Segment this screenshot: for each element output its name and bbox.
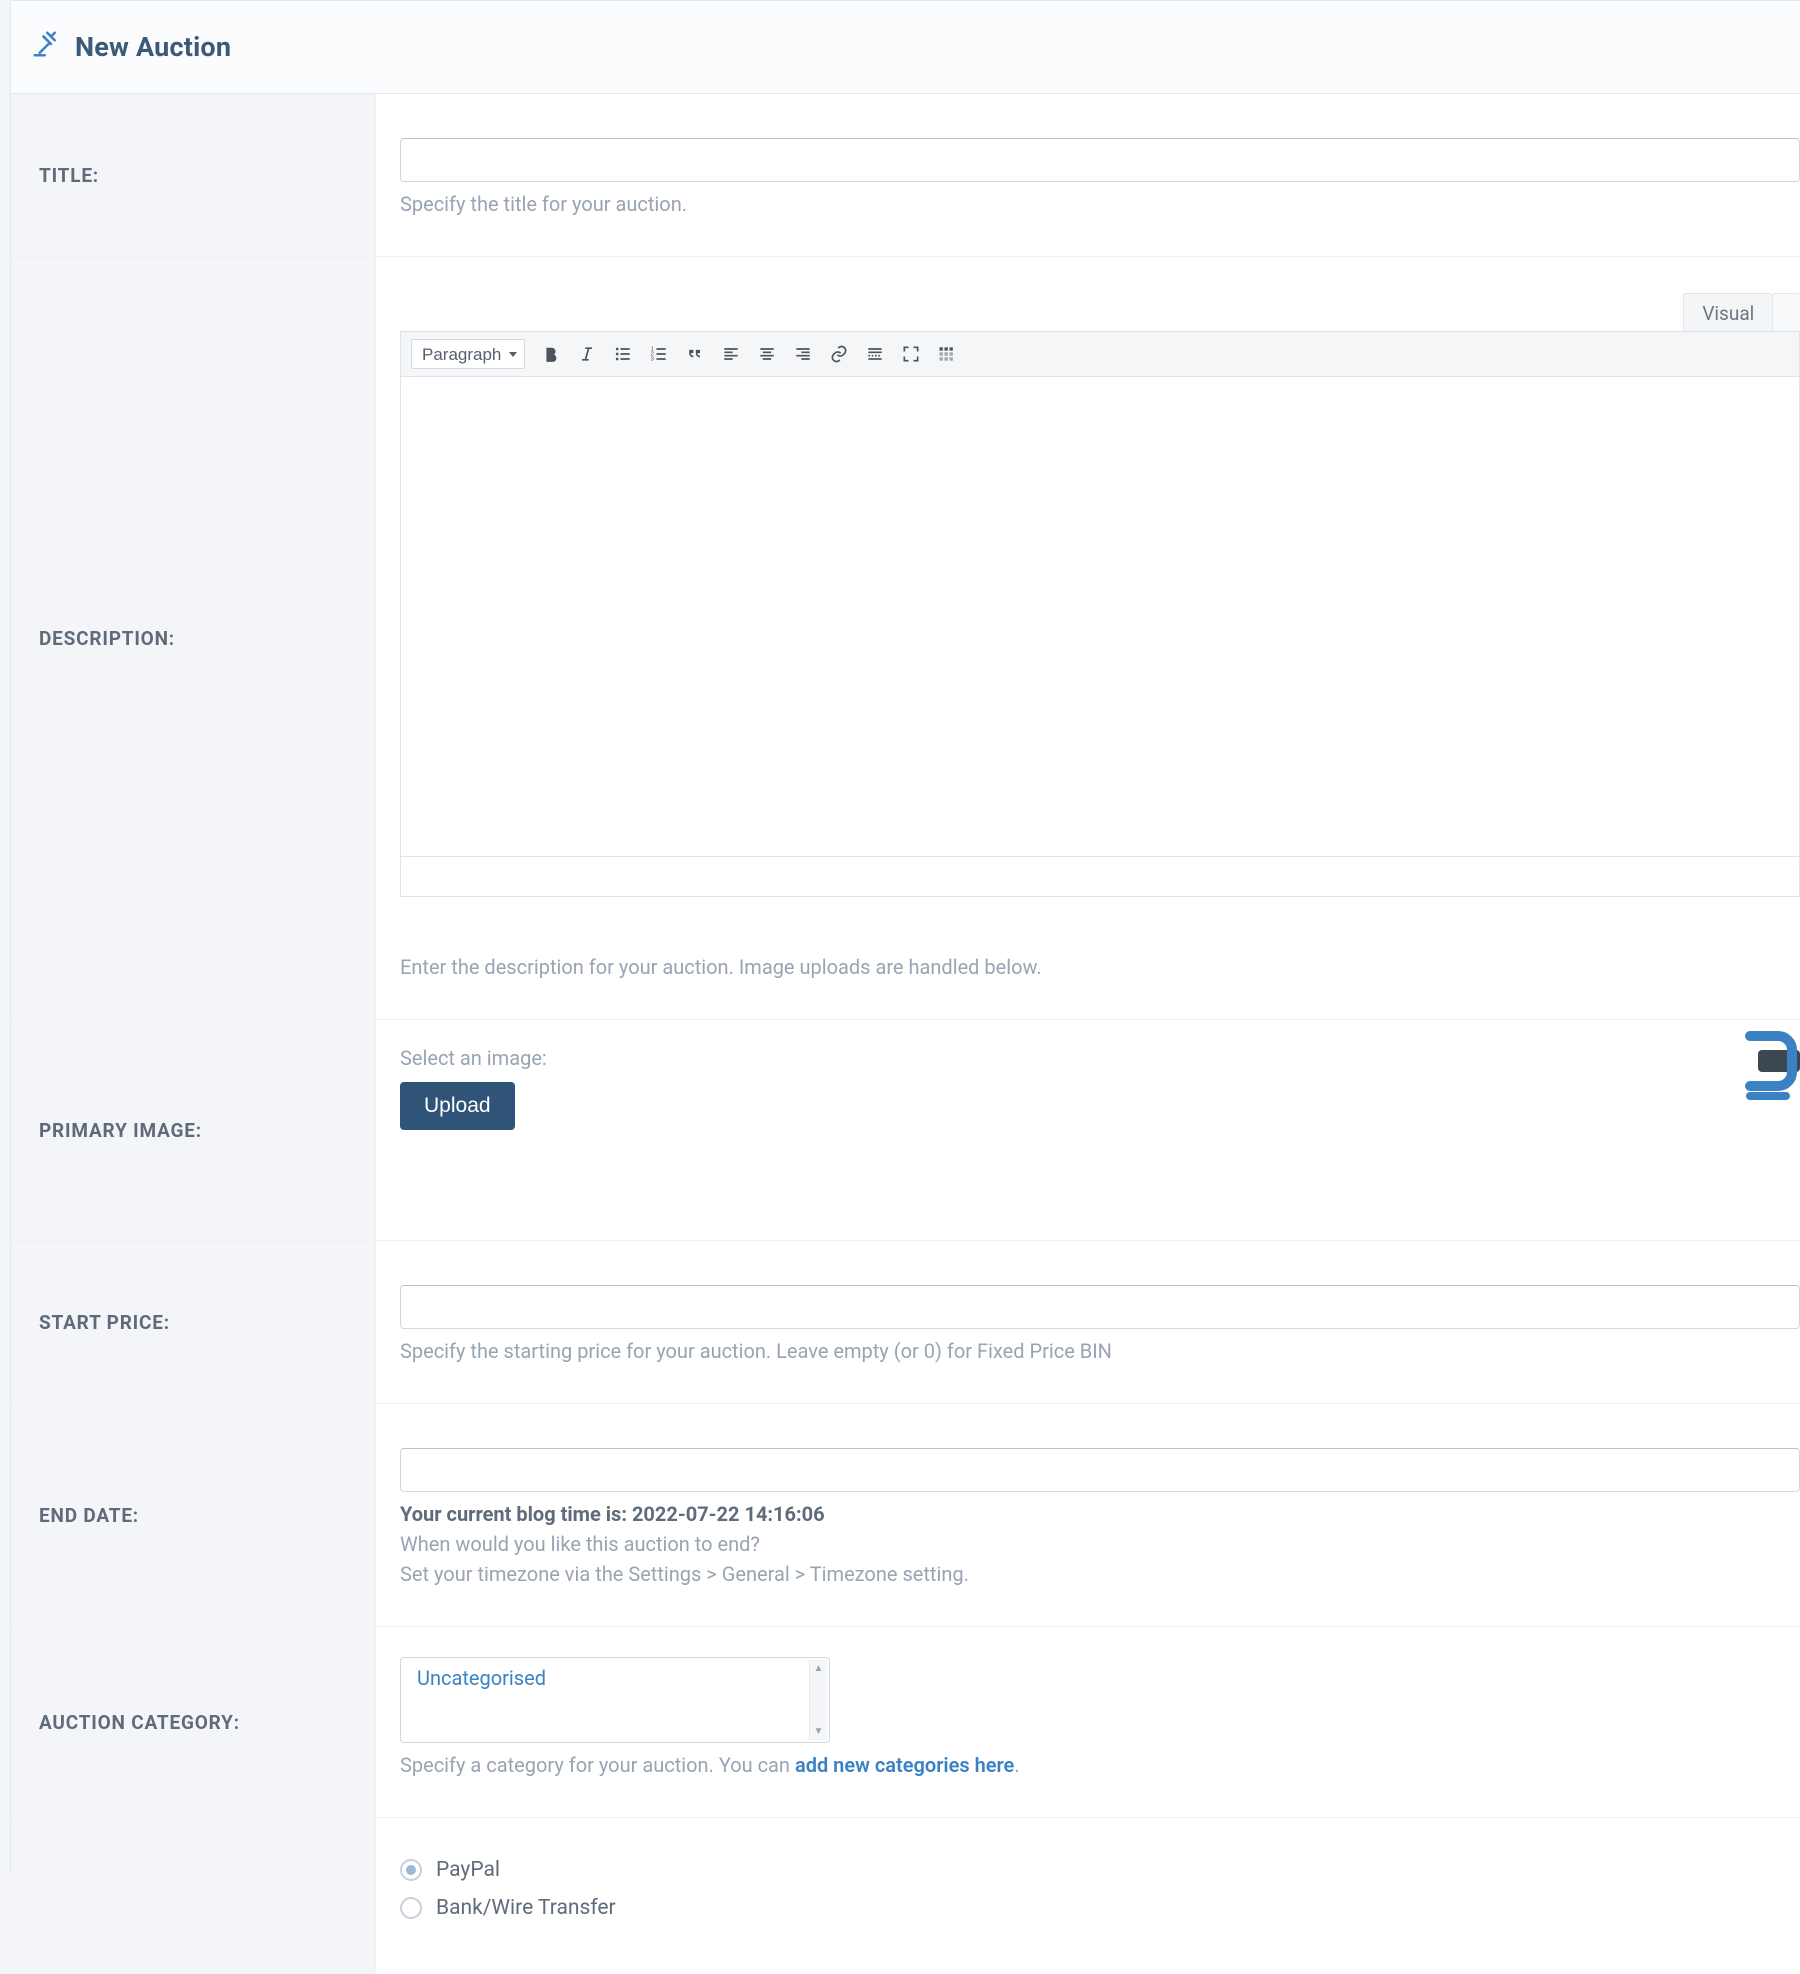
fullscreen-button[interactable]	[895, 339, 927, 369]
wysiwyg-editor: Visual Paragraph	[400, 293, 1800, 897]
chevron-up-icon: ▲	[814, 1663, 824, 1674]
label-auction-category: AUCTION CATEGORY:	[11, 1627, 376, 1817]
row-end-date: END DATE: Your current blog time is: 202…	[11, 1404, 1800, 1627]
end-date-help3: Set your timezone via the Settings > Gen…	[400, 1562, 1800, 1586]
field-start-price: Specify the starting price for your auct…	[376, 1241, 1800, 1403]
row-start-price: START PRICE: Specify the starting price …	[11, 1241, 1800, 1404]
label-start-price: START PRICE:	[11, 1241, 376, 1403]
field-auction-category: Uncategorised ▲ ▼ Specify a category for…	[376, 1627, 1800, 1817]
svg-text:3: 3	[651, 357, 654, 363]
row-primary-image: PRIMARY IMAGE: Select an image: Upload	[11, 1020, 1800, 1241]
payment-option-bankwire[interactable]: Bank/Wire Transfer	[400, 1896, 1800, 1920]
label-primary-image: PRIMARY IMAGE:	[11, 1020, 376, 1240]
ol-button[interactable]: 123	[643, 339, 675, 369]
radio-icon[interactable]	[400, 1859, 422, 1881]
row-payment: PayPal Bank/Wire Transfer	[11, 1818, 1800, 1974]
auction-form: TITLE: Specify the title for your auctio…	[11, 94, 1800, 1974]
gavel-icon	[31, 29, 61, 65]
field-end-date: Your current blog time is: 2022-07-22 14…	[376, 1404, 1800, 1626]
format-select[interactable]: Paragraph	[411, 339, 525, 369]
align-right-button[interactable]	[787, 339, 819, 369]
editor-tabs: Visual	[400, 293, 1800, 331]
label-description: DESCRIPTION:	[11, 257, 376, 1019]
editor-content-area[interactable]	[400, 377, 1800, 857]
page-title: New Auction	[75, 31, 231, 63]
description-help: Enter the description for your auction. …	[400, 955, 1800, 979]
field-title: Specify the title for your auction.	[376, 94, 1800, 256]
align-center-button[interactable]	[751, 339, 783, 369]
category-option-uncategorised[interactable]: Uncategorised	[417, 1666, 823, 1690]
image-prompt: Select an image:	[400, 1046, 1800, 1070]
category-scrollbar[interactable]: ▲ ▼	[809, 1660, 827, 1740]
end-date-input[interactable]	[400, 1448, 1800, 1492]
ul-button[interactable]	[607, 339, 639, 369]
page-header: New Auction	[11, 0, 1800, 94]
label-title: TITLE:	[11, 94, 376, 256]
format-select-wrap: Paragraph	[411, 339, 525, 369]
chevron-down-icon: ▼	[814, 1726, 824, 1737]
italic-button[interactable]	[571, 339, 603, 369]
link-button[interactable]	[823, 339, 855, 369]
editor-toolbar: Paragraph 123	[400, 331, 1800, 377]
editor-statusbar	[400, 857, 1800, 897]
start-price-help: Specify the starting price for your auct…	[400, 1339, 1800, 1363]
label-end-date: END DATE:	[11, 1404, 376, 1626]
radio-icon[interactable]	[400, 1897, 422, 1919]
title-help: Specify the title for your auction.	[400, 192, 1800, 216]
end-date-time: Your current blog time is: 2022-07-22 14…	[400, 1502, 1800, 1526]
add-categories-link[interactable]: add new categories here	[795, 1753, 1014, 1777]
blockquote-button[interactable]	[679, 339, 711, 369]
field-primary-image: Select an image: Upload	[376, 1020, 1800, 1240]
field-payment: PayPal Bank/Wire Transfer	[376, 1818, 1800, 1974]
field-description: Visual Paragraph	[376, 257, 1800, 1019]
category-select[interactable]: Uncategorised ▲ ▼	[400, 1657, 830, 1743]
kitchensink-button[interactable]	[931, 339, 963, 369]
row-auction-category: AUCTION CATEGORY: Uncategorised ▲ ▼ Spec…	[11, 1627, 1800, 1818]
category-help: Specify a category for your auction. You…	[400, 1753, 1800, 1777]
bold-button[interactable]	[535, 339, 567, 369]
editor-tab-visual[interactable]: Visual	[1683, 293, 1773, 331]
read-more-button[interactable]	[859, 339, 891, 369]
row-title: TITLE: Specify the title for your auctio…	[11, 94, 1800, 257]
upload-button[interactable]: Upload	[400, 1082, 515, 1130]
title-input[interactable]	[400, 138, 1800, 182]
align-left-button[interactable]	[715, 339, 747, 369]
end-date-help2: When would you like this auction to end?	[400, 1532, 1800, 1556]
row-description: DESCRIPTION: Visual Paragraph	[11, 257, 1800, 1020]
label-payment	[11, 1818, 376, 1974]
editor-tab-text[interactable]	[1772, 293, 1800, 331]
start-price-input[interactable]	[400, 1285, 1800, 1329]
payment-option-paypal[interactable]: PayPal	[400, 1858, 1800, 1882]
